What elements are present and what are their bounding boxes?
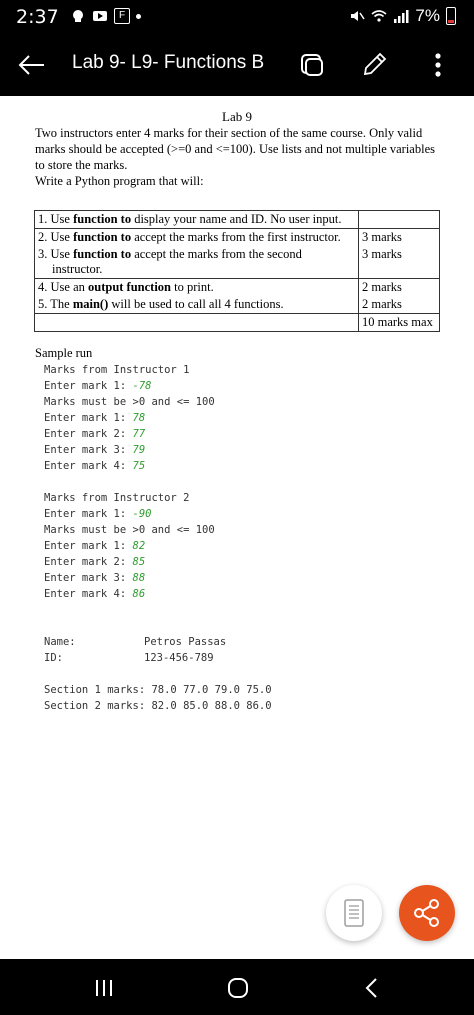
notification-app-icon <box>73 10 83 22</box>
more-options-icon[interactable] <box>421 48 455 82</box>
intro-paragraph: Two instructors enter 4 marks for their … <box>35 125 440 189</box>
section-marks-output: Section 1 marks: 78.0 77.0 79.0 75.0 Sect… <box>44 684 272 712</box>
navigation-bar <box>0 959 474 1015</box>
back-arrow-icon[interactable] <box>14 48 48 82</box>
system-icons: 7% <box>349 6 456 26</box>
table-row: 4. Use an output function to print. 2 ma… <box>34 278 440 296</box>
signal-icon <box>394 10 409 23</box>
more-notifications-dot <box>136 13 141 19</box>
home-icon[interactable] <box>218 973 258 1003</box>
intro-line: marks should be accepted (>=0 and <=100)… <box>35 142 435 156</box>
total-marks-cell: 10 marks max <box>358 313 440 332</box>
wifi-icon <box>371 10 387 22</box>
sample-run-2: Marks from Instructor 2 Enter mark 1: -90… <box>44 492 215 600</box>
copy-icon[interactable] <box>295 48 329 82</box>
status-time: 2:37 <box>16 6 59 28</box>
page-title: Lab 9- L9- Functions B <box>72 52 265 73</box>
document-icon <box>344 899 364 927</box>
recent-apps-icon[interactable] <box>84 973 124 1003</box>
intro-line: Write a Python program that will: <box>35 174 204 188</box>
battery-icon <box>446 7 456 25</box>
task-cell: 4. Use an output function to print. <box>34 278 359 296</box>
app-bar: Lab 9- L9- Functions B <box>0 34 474 96</box>
video-icon <box>93 11 107 21</box>
marks-cell: 3 marks <box>358 228 440 246</box>
table-row: 10 marks max <box>34 313 440 332</box>
share-icon <box>414 899 439 927</box>
task-cell: 2. Use function to accept the marks from… <box>34 228 359 246</box>
marks-cell: 2 marks <box>358 278 440 296</box>
edit-pencil-icon[interactable] <box>357 48 391 82</box>
task-cell <box>34 313 359 332</box>
task-cell: 3. Use function to accept the marks from… <box>34 246 359 279</box>
intro-line: to store the marks. <box>35 158 128 172</box>
notification-icons: F <box>70 8 141 24</box>
sample-run-label: Sample run <box>35 346 93 360</box>
task-cell: 5. The main() will be used to call all 4… <box>34 296 359 314</box>
table-row: 1. Use function to display your name and… <box>34 210 440 229</box>
intro-line: Two instructors enter 4 marks for their … <box>35 126 423 140</box>
marks-cell: 2 marks <box>358 296 440 314</box>
marks-cell <box>358 210 440 229</box>
back-nav-icon[interactable] <box>352 973 392 1003</box>
table-row: 3. Use function to accept the marks from… <box>34 246 440 279</box>
tasks-table: 1. Use function to display your name and… <box>34 210 440 332</box>
share-button[interactable] <box>399 885 455 941</box>
document-view[interactable]: Lab 9 Two instructors enter 4 marks for … <box>0 96 474 959</box>
f-badge-icon: F <box>114 8 130 24</box>
sample-run-1: Marks from Instructor 1 Enter mark 1: -78… <box>44 364 215 472</box>
battery-percent: 7% <box>415 6 440 25</box>
table-row: 2. Use function to accept the marks from… <box>34 228 440 246</box>
name-id-output: Name: Petros Passas ID: 123-456-789 <box>44 636 227 664</box>
reader-mode-button[interactable] <box>326 885 382 941</box>
status-bar: 2:37 F 7% <box>0 0 474 34</box>
marks-cell: 3 marks <box>358 246 440 279</box>
document-heading: Lab 9 <box>222 109 252 124</box>
mute-icon <box>351 11 366 21</box>
task-cell: 1. Use function to display your name and… <box>34 210 359 229</box>
table-row: 5. The main() will be used to call all 4… <box>34 296 440 314</box>
